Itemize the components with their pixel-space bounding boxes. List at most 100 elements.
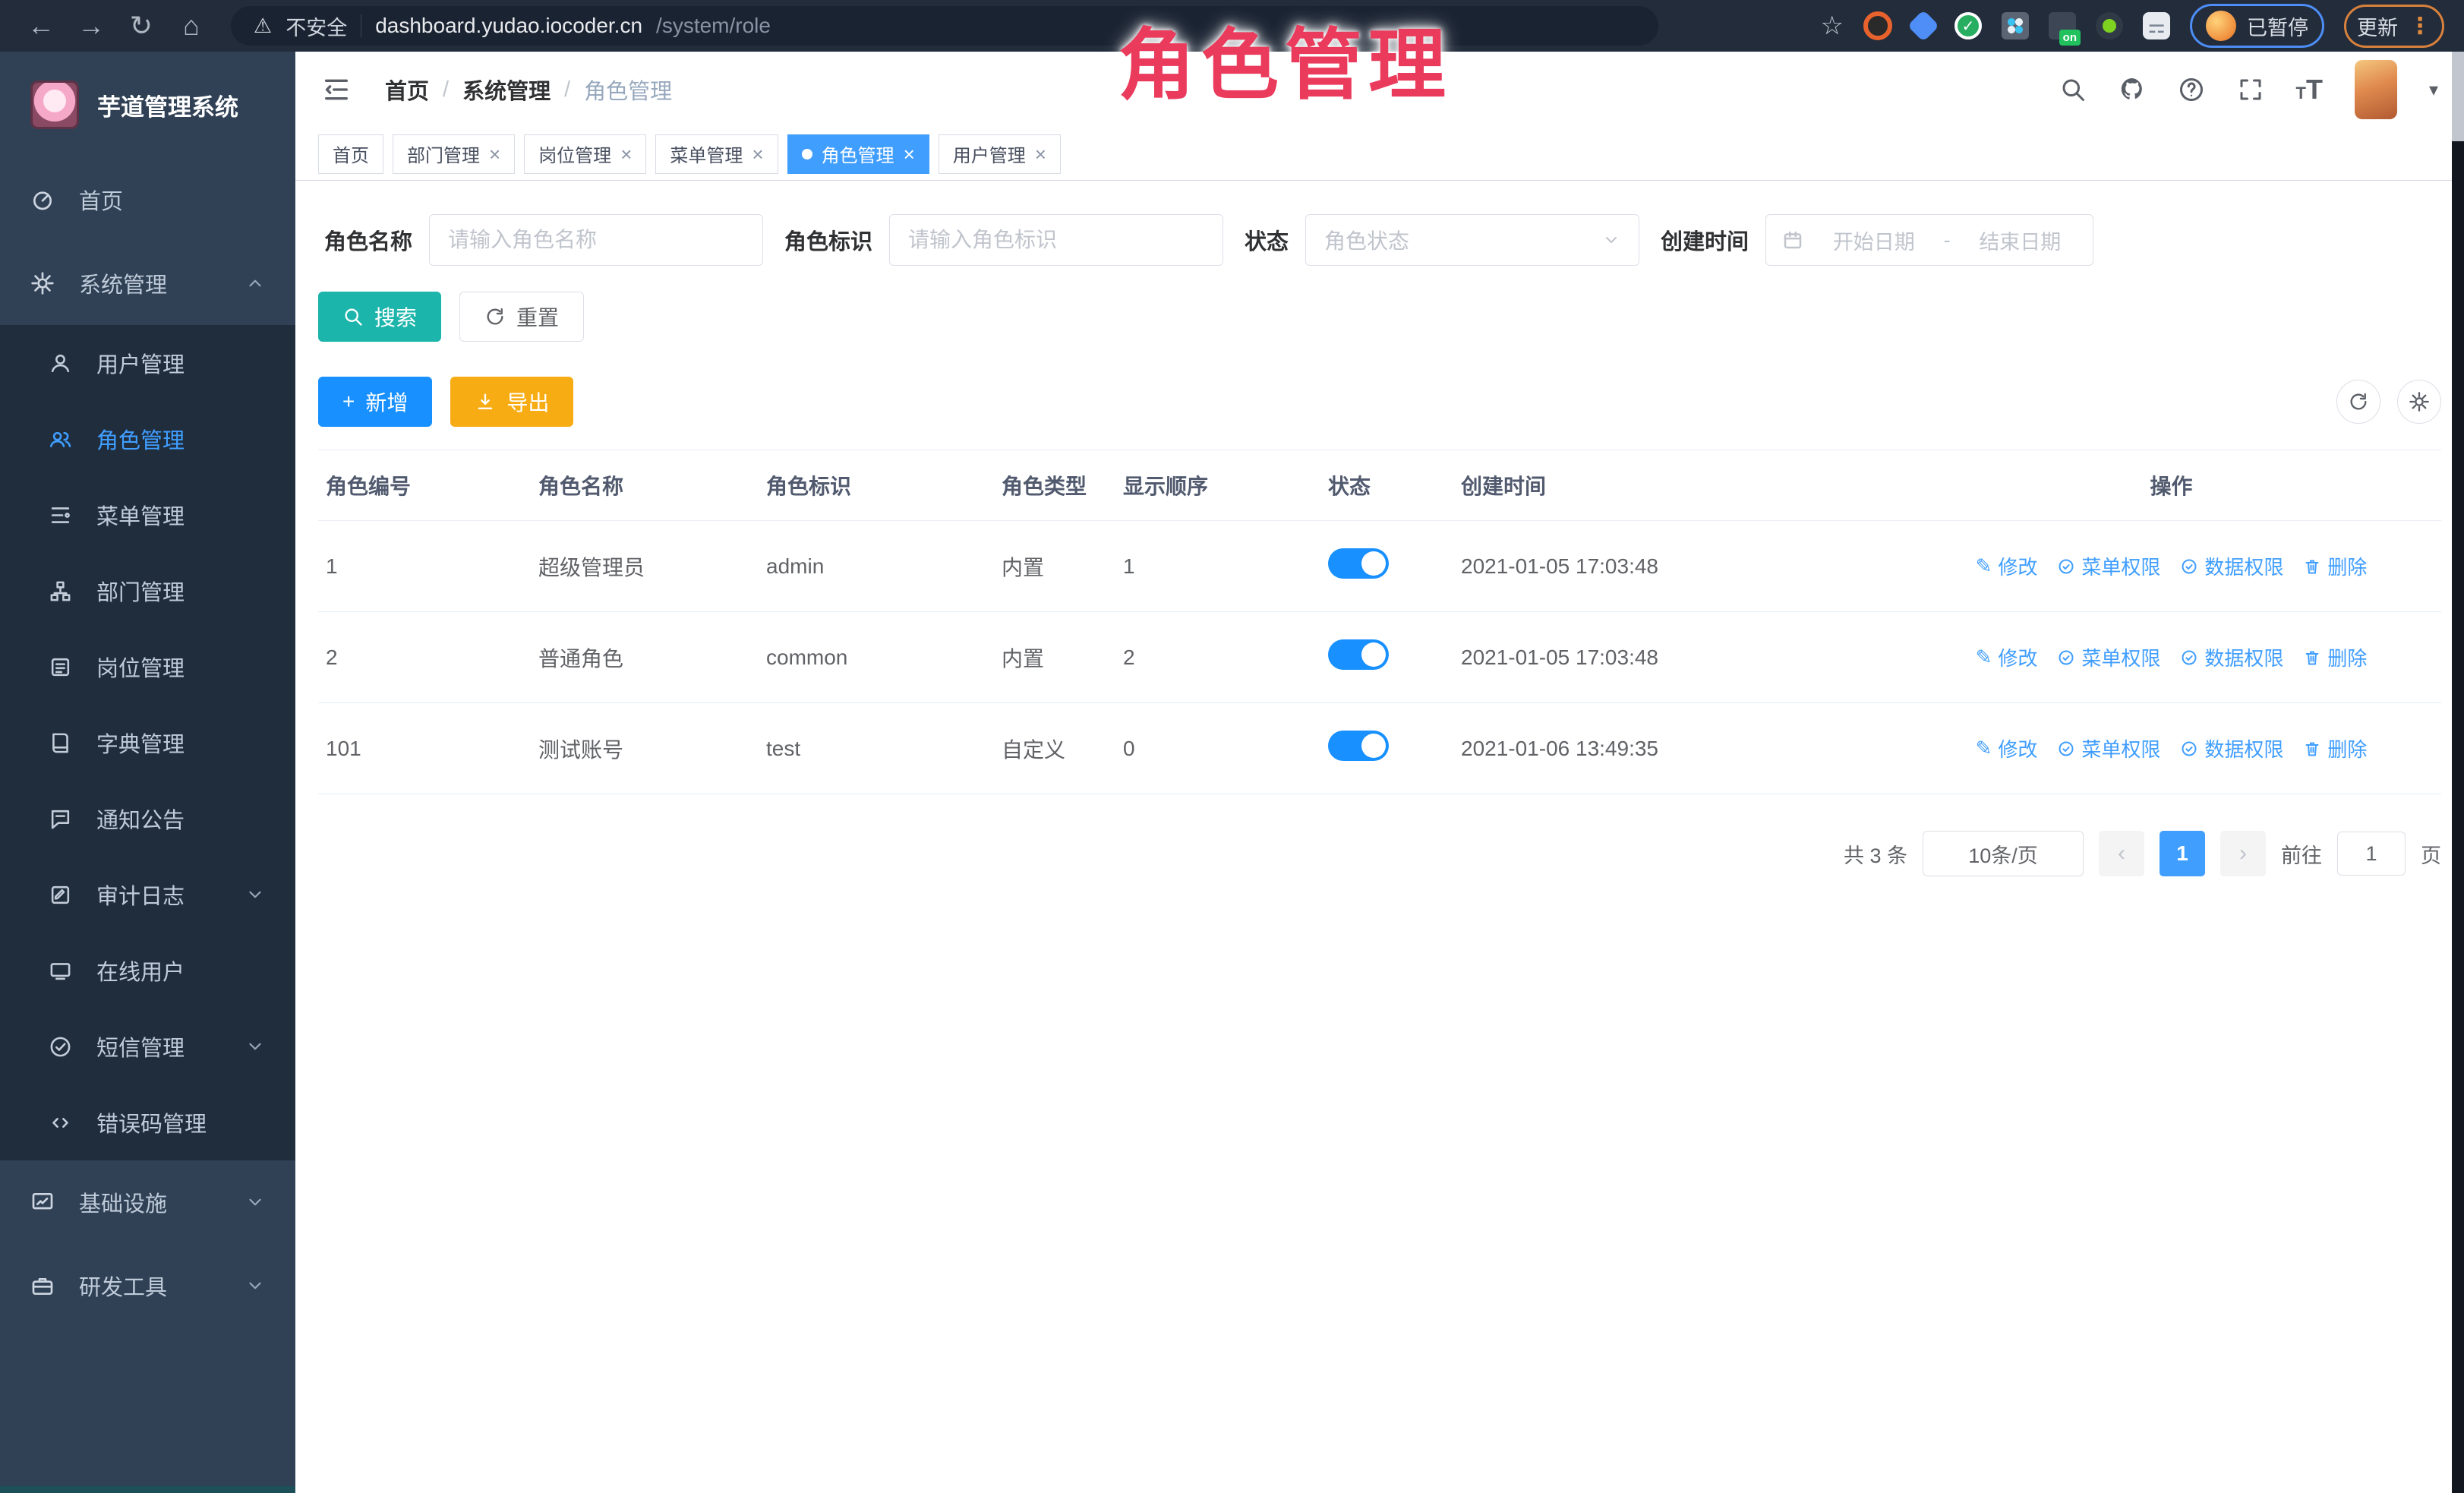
- tab-post[interactable]: 岗位管理 ×: [524, 134, 646, 174]
- export-button[interactable]: 导出: [450, 377, 573, 427]
- browser-home-icon[interactable]: ⌂: [170, 10, 213, 42]
- tab-dept[interactable]: 部门管理 ×: [393, 134, 515, 174]
- date-range-picker[interactable]: 开始日期 - 结束日期: [1765, 214, 2093, 266]
- fullscreen-icon[interactable]: [2237, 76, 2264, 103]
- sidebar-item-posts[interactable]: 岗位管理: [0, 629, 295, 705]
- profile-paused-pill[interactable]: 已暂停: [2190, 4, 2324, 48]
- tab-close-icon[interactable]: ×: [752, 144, 763, 164]
- browser-forward-icon[interactable]: →: [70, 10, 112, 42]
- help-icon[interactable]: [2178, 76, 2205, 103]
- cell-role-name: 测试账号: [531, 703, 759, 794]
- column-settings-button[interactable]: [2397, 380, 2441, 424]
- github-icon[interactable]: [2119, 76, 2146, 103]
- sidebar-item-notice[interactable]: 通知公告: [0, 781, 295, 857]
- sidebar-item-infrastructure[interactable]: 基础设施: [0, 1160, 295, 1244]
- trash-icon: [2303, 649, 2321, 667]
- org-tree-icon: [49, 579, 72, 603]
- tab-menu[interactable]: 菜单管理 ×: [655, 134, 778, 174]
- data-permission-link[interactable]: 数据权限: [2180, 552, 2283, 580]
- col-status: 状态: [1320, 450, 1453, 521]
- table-header-row: 角色编号 角色名称 角色标识 角色类型 显示顺序 状态 创建时间 操作: [318, 450, 2441, 521]
- status-select-placeholder: 角色状态: [1324, 225, 1602, 255]
- monitor-icon: [49, 959, 72, 983]
- sidebar-logo-row[interactable]: 芋道管理系统: [0, 52, 295, 158]
- search-icon[interactable]: [2059, 76, 2087, 103]
- tab-user[interactable]: 用户管理 ×: [939, 134, 1061, 174]
- browser-reload-icon[interactable]: ↻: [120, 10, 162, 42]
- bookmark-star-icon[interactable]: ☆: [1821, 11, 1844, 41]
- delete-link[interactable]: 删除: [2303, 643, 2367, 671]
- delete-link[interactable]: 删除: [2303, 734, 2367, 762]
- page-size-select[interactable]: 10条/页: [1923, 831, 2084, 876]
- sidebar-item-system[interactable]: 系统管理: [0, 241, 295, 325]
- col-role-key: 角色标识: [759, 450, 994, 521]
- sidebar-fold-icon[interactable]: [321, 74, 352, 105]
- sidebar-item-dev-tools[interactable]: 研发工具: [0, 1244, 295, 1327]
- edit-link[interactable]: ✎修改: [1976, 552, 2038, 580]
- tab-role[interactable]: 角色管理 ×: [787, 134, 929, 174]
- check-circle-icon: [2057, 557, 2075, 576]
- tab-home[interactable]: 首页: [318, 134, 383, 174]
- tab-close-icon[interactable]: ×: [1035, 144, 1046, 164]
- puzzle-extensions-icon[interactable]: ⚎: [2143, 12, 2170, 39]
- sidebar-item-users[interactable]: 用户管理: [0, 325, 295, 401]
- sidebar-item-online-users[interactable]: 在线用户: [0, 933, 295, 1008]
- status-toggle[interactable]: [1328, 731, 1389, 761]
- cell-role-type: 内置: [994, 612, 1115, 703]
- sidebar-item-roles[interactable]: 角色管理: [0, 401, 295, 477]
- menu-permission-link[interactable]: 菜单权限: [2057, 643, 2160, 671]
- sidebar-item-depts[interactable]: 部门管理: [0, 553, 295, 629]
- menu-permission-link[interactable]: 菜单权限: [2057, 552, 2160, 580]
- status-select[interactable]: 角色状态: [1305, 214, 1639, 266]
- tab-close-icon[interactable]: ×: [904, 144, 915, 164]
- delete-link[interactable]: 删除: [2303, 552, 2367, 580]
- address-bar[interactable]: ⚠ 不安全 dashboard.yudao.iocoder.cn /system…: [231, 6, 1658, 46]
- sidebar-item-menus[interactable]: 菜单管理: [0, 477, 295, 553]
- gear-icon: [30, 271, 55, 295]
- page-number-current[interactable]: 1: [2160, 831, 2205, 876]
- extension-icon[interactable]: on: [2049, 12, 2076, 39]
- font-size-icon[interactable]: TT: [2296, 74, 2323, 106]
- sidebar-item-audit-log[interactable]: 审计日志: [0, 857, 295, 933]
- role-key-input[interactable]: [889, 214, 1223, 266]
- scrollbar-thumb[interactable]: [2452, 52, 2464, 141]
- next-page-button[interactable]: ›: [2220, 831, 2266, 876]
- cell-role-key: common: [759, 612, 994, 703]
- sidebar-item-error-codes[interactable]: 错误码管理: [0, 1084, 295, 1160]
- status-toggle[interactable]: [1328, 548, 1389, 579]
- prev-page-button[interactable]: ‹: [2099, 831, 2144, 876]
- refresh-table-button[interactable]: [2336, 380, 2380, 424]
- data-permission-link[interactable]: 数据权限: [2180, 734, 2283, 762]
- sidebar-item-sms[interactable]: 短信管理: [0, 1008, 295, 1084]
- tab-close-icon[interactable]: ×: [620, 144, 632, 164]
- page-scrollbar[interactable]: [2452, 52, 2464, 1493]
- edit-link[interactable]: ✎修改: [1976, 734, 2038, 762]
- user-avatar[interactable]: [2355, 60, 2397, 119]
- update-button[interactable]: 更新 ⋮: [2344, 5, 2444, 48]
- browser-menu-icon[interactable]: ⋮: [2409, 13, 2431, 39]
- extension-icon[interactable]: [2002, 12, 2029, 39]
- sidebar-item-label: 菜单管理: [96, 499, 185, 531]
- add-button[interactable]: + 新增: [318, 377, 432, 427]
- sidebar-item-dict[interactable]: 字典管理: [0, 705, 295, 781]
- tab-close-icon[interactable]: ×: [489, 144, 500, 164]
- status-toggle[interactable]: [1328, 639, 1389, 670]
- role-name-input[interactable]: [429, 214, 763, 266]
- extension-icon[interactable]: ✓: [1954, 12, 1982, 39]
- browser-back-icon[interactable]: ←: [20, 10, 62, 42]
- reset-button[interactable]: 重置: [459, 292, 584, 342]
- data-permission-link[interactable]: 数据权限: [2180, 643, 2283, 671]
- extension-icon[interactable]: [1907, 10, 1939, 42]
- menu-permission-link[interactable]: 菜单权限: [2057, 734, 2160, 762]
- breadcrumb-item[interactable]: 系统管理: [462, 74, 551, 106]
- edit-link[interactable]: ✎修改: [1976, 643, 2038, 671]
- search-button[interactable]: 搜索: [318, 292, 441, 342]
- col-actions: 操作: [1901, 450, 2441, 521]
- caret-down-icon[interactable]: ▾: [2429, 79, 2438, 101]
- breadcrumb-separator: /: [564, 77, 570, 103]
- sidebar-item-home[interactable]: 首页: [0, 158, 295, 241]
- breadcrumb-item[interactable]: 首页: [385, 74, 429, 106]
- goto-page-input[interactable]: [2337, 832, 2406, 876]
- extension-icon[interactable]: [1863, 11, 1892, 40]
- extension-icon[interactable]: [2096, 12, 2123, 39]
